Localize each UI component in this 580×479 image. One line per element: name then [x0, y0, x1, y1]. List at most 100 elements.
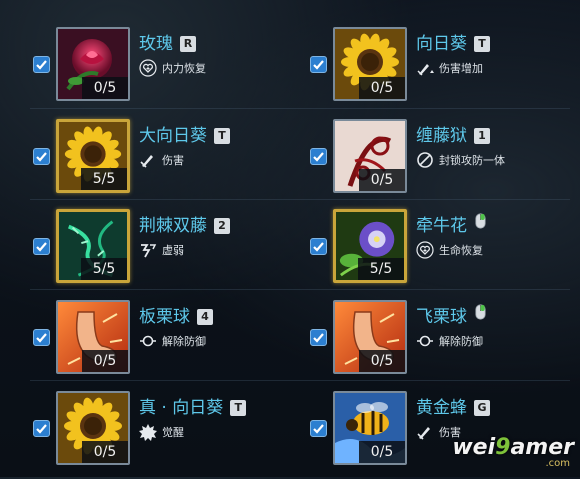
skill-effect-label: 伤害	[162, 154, 184, 167]
checkmark-icon	[35, 240, 48, 253]
checkmark-icon	[312, 422, 325, 435]
skill-icon-button[interactable]: 5/5	[56, 209, 130, 283]
heart-plus-icon	[139, 59, 157, 77]
awaken-icon	[139, 423, 157, 441]
skill-name-row: 真 · 向日葵 T	[139, 393, 247, 418]
hotkey-badge: T	[230, 400, 247, 416]
skill-effect-label: 内力恢复	[162, 62, 206, 75]
hotkey-badge: R	[180, 36, 196, 52]
checkmark-icon	[312, 331, 325, 344]
skill-name: 缠藤狱	[416, 126, 467, 146]
skill-name: 大向日葵	[139, 126, 207, 146]
skill-entry: 0/5 板栗球 4 解除防御	[33, 298, 318, 388]
row-divider	[30, 108, 570, 109]
skill-checkbox[interactable]	[33, 238, 50, 255]
hotkey-badge: 1	[474, 128, 490, 144]
skill-name-row: 大向日葵 T	[139, 121, 230, 146]
checkmark-icon	[312, 58, 325, 71]
skill-checkbox[interactable]	[33, 420, 50, 437]
skill-effect-label: 解除防御	[439, 335, 483, 348]
checkmark-icon	[35, 331, 48, 344]
skill-name-row: 向日葵 T	[416, 29, 490, 54]
skill-icon-button[interactable]: 0/5	[333, 391, 407, 465]
hotkey-badge: T	[214, 128, 230, 144]
skill-effect: 封锁攻防一体	[416, 151, 505, 169]
skill-checkbox[interactable]	[33, 329, 50, 346]
hotkey-badge: G	[474, 400, 490, 416]
skill-icon-button[interactable]: 0/5	[56, 27, 130, 101]
skill-name-row: 飞栗球	[416, 302, 486, 327]
skill-checkbox[interactable]	[33, 56, 50, 73]
skill-level-count: 0/5	[82, 350, 128, 372]
skill-checkbox[interactable]	[310, 56, 327, 73]
skill-effect: 伤害	[139, 151, 184, 169]
row-divider	[30, 289, 570, 290]
checkmark-icon	[312, 240, 325, 253]
skill-icon-button[interactable]: 0/5	[333, 300, 407, 374]
shield-break-icon	[416, 332, 434, 350]
hotkey-badge: 4	[197, 309, 213, 325]
skill-checkbox[interactable]	[33, 148, 50, 165]
heart-plus-icon	[416, 241, 434, 259]
sword-up-icon	[416, 59, 434, 77]
checkmark-icon	[35, 422, 48, 435]
skill-effect-label: 解除防御	[162, 335, 206, 348]
skill-checkbox[interactable]	[310, 238, 327, 255]
skill-icon-button[interactable]: 5/5	[56, 119, 130, 193]
skill-entry: 0/5 向日葵 T 伤害增加	[310, 25, 580, 115]
skill-effect-label: 觉醒	[162, 426, 184, 439]
checkmark-icon	[312, 150, 325, 163]
skill-level-count: 0/5	[359, 350, 405, 372]
row-divider	[30, 199, 570, 200]
skill-effect: 伤害增加	[416, 59, 483, 77]
skill-name: 玫瑰	[139, 34, 173, 54]
hotkey-badge: T	[474, 36, 490, 52]
skill-level-count: 0/5	[359, 169, 405, 191]
mouse-icon	[474, 213, 486, 229]
sword-icon	[139, 151, 157, 169]
skill-level-count: 0/5	[359, 77, 405, 99]
skill-effect-label: 封锁攻防一体	[439, 154, 505, 167]
skill-level-count: 0/5	[82, 77, 128, 99]
skill-level-count: 0/5	[82, 441, 128, 463]
skill-name-row: 牵牛花	[416, 211, 486, 236]
skill-icon-button[interactable]: 0/5	[56, 300, 130, 374]
skill-level-count: 5/5	[81, 258, 127, 280]
skill-effect-label: 伤害增加	[439, 62, 483, 75]
skill-name: 飞栗球	[416, 307, 467, 327]
skill-level-count: 5/5	[358, 258, 404, 280]
skill-icon-button[interactable]: 0/5	[333, 27, 407, 101]
skill-checkbox[interactable]	[310, 420, 327, 437]
skill-entry: 5/5 荆棘双藤 2 虚弱	[33, 207, 318, 297]
skill-entry: 0/5 飞栗球 解除防御	[310, 298, 580, 388]
skill-icon-button[interactable]: 0/5	[333, 119, 407, 193]
skill-entry: 0/5 缠藤狱 1 封锁攻防一体	[310, 117, 580, 207]
skill-name-row: 玫瑰 R	[139, 29, 196, 54]
skill-icon-button[interactable]: 5/5	[333, 209, 407, 283]
skill-name-row: 缠藤狱 1	[416, 121, 490, 146]
checkmark-icon	[35, 58, 48, 71]
skill-level-count: 0/5	[359, 441, 405, 463]
sword-icon	[416, 423, 434, 441]
skill-name-row: 黄金蜂 G	[416, 393, 490, 418]
skill-icon-button[interactable]: 0/5	[56, 391, 130, 465]
watermark-logo: wei9amer	[452, 435, 574, 460]
weaken-icon	[139, 241, 157, 259]
skill-checkbox[interactable]	[310, 148, 327, 165]
skill-effect: 内力恢复	[139, 59, 206, 77]
skill-panel: 0/5 玫瑰 R 内力恢复 0/5 向日葵 T 伤害增加 5/5 大向日葵 T 伤害	[0, 0, 580, 477]
skill-entry: 0/5 玫瑰 R 内力恢复	[33, 25, 318, 115]
skill-entry: 0/5 真 · 向日葵 T 觉醒	[33, 389, 318, 479]
skill-name: 牵牛花	[416, 216, 467, 236]
skill-name: 真 · 向日葵	[139, 398, 224, 418]
skill-effect: 解除防御	[139, 332, 206, 350]
hotkey-badge: 2	[214, 218, 230, 234]
checkmark-icon	[35, 150, 48, 163]
skill-checkbox[interactable]	[310, 329, 327, 346]
skill-effect: 生命恢复	[416, 241, 483, 259]
skill-effect: 虚弱	[139, 241, 184, 259]
skill-name: 板栗球	[139, 307, 190, 327]
skill-effect: 解除防御	[416, 332, 483, 350]
row-divider	[30, 380, 570, 381]
skill-name-row: 板栗球 4	[139, 302, 213, 327]
